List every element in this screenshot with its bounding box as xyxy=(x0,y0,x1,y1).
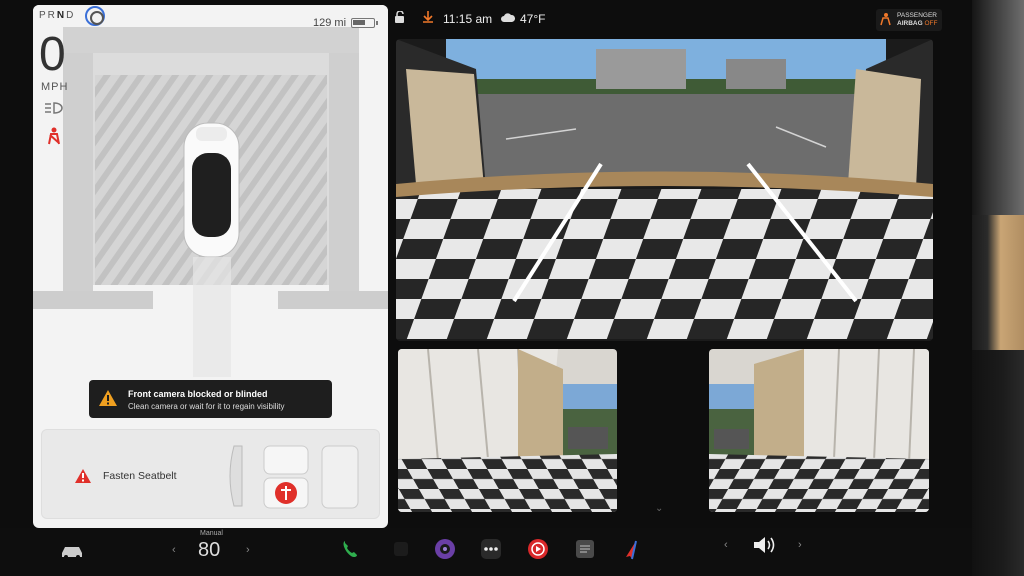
app-icon[interactable] xyxy=(390,538,412,560)
status-bar: 11:15 am 47°F PASSENGER AIRBAG OFF xyxy=(390,0,972,36)
driving-panel: PRND 129 mi 0 MPH Front camera blocked o… xyxy=(33,5,388,528)
dots-icon[interactable] xyxy=(480,538,502,560)
battery-icon xyxy=(351,18,378,28)
vehicle-top-view xyxy=(183,122,240,258)
download-icon[interactable] xyxy=(422,11,434,23)
airbag-line1: PASSENGER xyxy=(897,12,937,19)
climate-temperature[interactable]: 80 xyxy=(198,539,220,562)
warning-icon xyxy=(75,469,91,483)
right-repeater-camera-view[interactable] xyxy=(709,349,929,512)
right-edge xyxy=(972,0,1024,576)
alert-title: Front camera blocked or blinded xyxy=(128,389,268,399)
camera-blocked-alert: Front camera blocked or blinded Clean ca… xyxy=(89,380,332,418)
temp-decrease-button[interactable]: ‹ xyxy=(172,544,176,556)
speaker-icon[interactable] xyxy=(752,535,776,555)
cloud-icon xyxy=(501,13,516,22)
lock-icon[interactable] xyxy=(394,11,406,23)
volume-increase-button[interactable]: › xyxy=(798,539,802,551)
headlight-icon xyxy=(45,102,63,114)
phone-icon[interactable] xyxy=(340,538,362,560)
nav-icon[interactable] xyxy=(620,538,642,560)
alert-message: Clean camera or wait for it to regain vi… xyxy=(128,402,285,411)
gear-prefix: PR xyxy=(39,10,57,21)
bottom-dock: ‹ Manual 80 › ‹ › xyxy=(0,528,972,576)
speed-unit: MPH xyxy=(41,81,69,93)
gear-active: N xyxy=(56,10,67,21)
climate-control: ‹ Manual 80 › xyxy=(168,528,268,576)
seatbelt-card: Fasten Seatbelt xyxy=(41,429,380,519)
rear-camera-view[interactable] xyxy=(396,39,933,341)
parking-scene xyxy=(33,5,388,435)
volume-decrease-button[interactable]: ‹ xyxy=(724,539,728,551)
temp-increase-button[interactable]: › xyxy=(246,544,250,556)
seatbelt-icon xyxy=(48,127,60,145)
gear-suffix: D xyxy=(66,10,76,21)
seatbelt-label: Fasten Seatbelt xyxy=(103,470,177,482)
media-icon[interactable] xyxy=(527,538,549,560)
airbag-line2-prefix: AIRBAG xyxy=(897,20,925,27)
car-icon[interactable] xyxy=(60,543,84,559)
camera-app-icon[interactable] xyxy=(434,538,456,560)
speed-readout: 0 xyxy=(39,28,66,81)
airbag-line2: AIRBAG OFF xyxy=(897,20,937,27)
warning-icon xyxy=(99,390,117,406)
range-readout: 129 mi xyxy=(313,17,347,29)
seat-diagram xyxy=(229,445,359,509)
passenger-airbag-status: PASSENGER AIRBAG OFF xyxy=(876,9,942,31)
outside-temperature: 47°F xyxy=(520,12,546,26)
climate-mode: Manual xyxy=(200,530,223,537)
right-edge-upper xyxy=(972,0,1024,215)
chevron-down-icon[interactable]: ⌄ xyxy=(655,503,663,514)
airbag-state: OFF xyxy=(924,20,938,27)
gear-selector: PRND xyxy=(39,10,75,21)
right-edge-lower xyxy=(972,350,1024,576)
volume-control: ‹ › xyxy=(720,528,810,576)
left-repeater-camera-view[interactable] xyxy=(398,349,617,512)
steering-wheel-icon xyxy=(85,6,105,26)
notes-icon[interactable] xyxy=(574,538,596,560)
clock: 11:15 am xyxy=(443,12,493,26)
airbag-icon xyxy=(880,13,891,26)
